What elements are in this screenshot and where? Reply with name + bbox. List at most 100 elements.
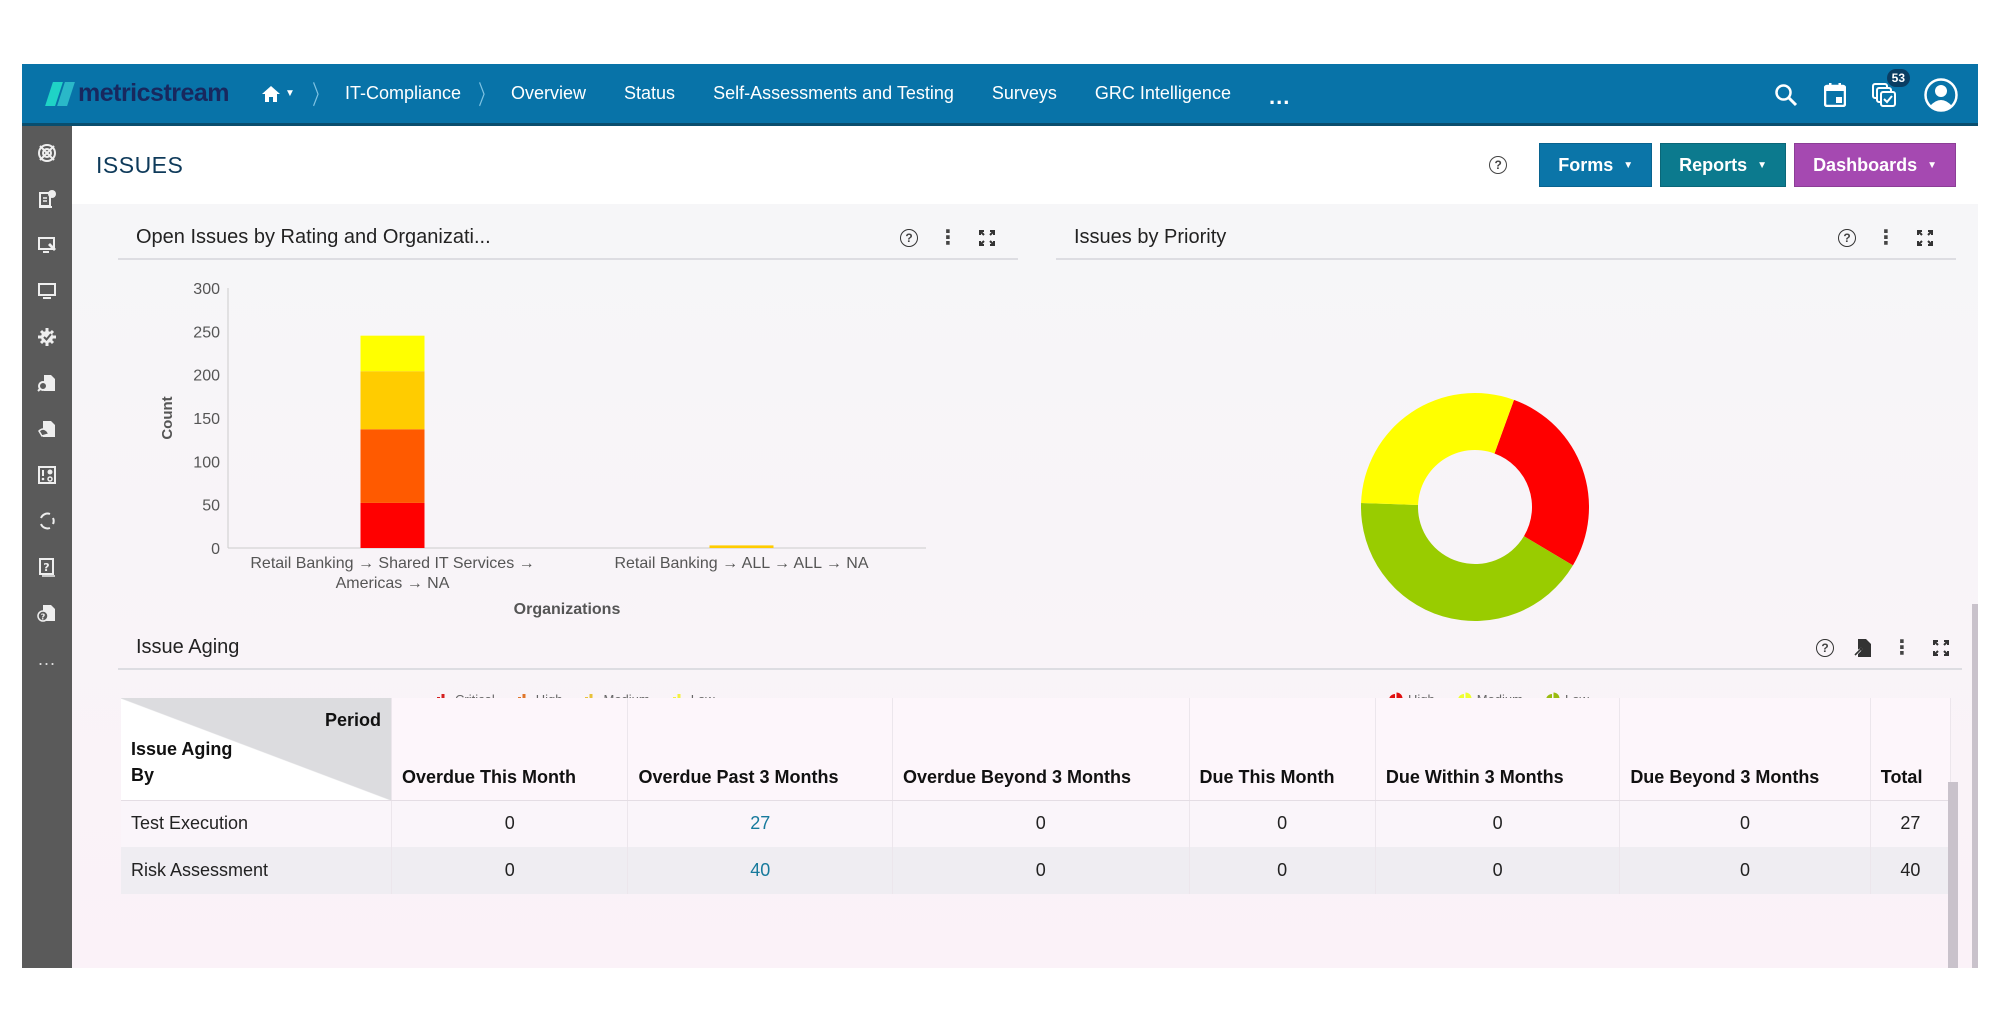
column-header[interactable]: Overdue This Month <box>391 698 629 801</box>
chevron-down-icon: ▼ <box>285 88 295 99</box>
column-header[interactable]: Overdue Beyond 3 Months <box>892 698 1190 801</box>
sidebar-item-document-hand[interactable] <box>22 406 72 452</box>
rating-org-bar-chart: 0 50 100 150 200 250 300 Count Retail Banking → … <box>159 281 926 618</box>
top-navigation-bar: metricstream ▼ 〉 IT-Compliance 〉 Overvie… <box>22 64 1978 126</box>
expand-icon[interactable] <box>1916 229 1934 247</box>
issue-aging-table-container: Period Issue Aging By Overdue This Month… <box>121 698 1955 898</box>
table-cell: 0 <box>1619 847 1871 894</box>
table-corner-header: Period Issue Aging By <box>121 698 393 801</box>
page-scrollbar[interactable] <box>1972 604 1978 968</box>
table-cell-total: 27 <box>1870 800 1952 847</box>
user-avatar-icon[interactable] <box>1924 78 1958 112</box>
corner-period-label: Period <box>325 710 382 730</box>
gear-check-icon <box>38 328 56 346</box>
y-tick-label: 100 <box>193 454 220 471</box>
nav-self-assessments[interactable]: Self-Assessments and Testing <box>713 83 954 104</box>
priority-donut-chart <box>1361 393 1589 621</box>
reports-button[interactable]: Reports ▼ <box>1660 143 1787 187</box>
help-icon[interactable]: ? <box>1489 156 1508 174</box>
page-header: ISSUES ? Forms ▼ Reports ▼ Dashboards ▼ <box>72 126 1978 204</box>
donut-slice-high[interactable] <box>1494 399 1589 566</box>
alert-settings-icon <box>38 466 56 484</box>
y-tick-label: 0 <box>211 541 220 558</box>
aging-panel-header: Issue Aging ? ⋮ <box>118 626 1962 670</box>
table-scrollbar[interactable] <box>1948 782 1958 968</box>
table-cell: 0 <box>1189 800 1376 847</box>
sidebar-item-alert-settings[interactable] <box>22 452 72 498</box>
bar-segment-critical <box>360 502 425 548</box>
table-cell: 0 <box>391 847 629 894</box>
logo-mark-icon <box>45 81 75 106</box>
home-icon <box>262 85 281 102</box>
breadcrumb-separator: 〉 <box>312 80 328 110</box>
sidebar-item-gear-check[interactable] <box>22 314 72 360</box>
brand-logo[interactable]: metricstream <box>45 79 230 108</box>
more-options-icon[interactable]: ⋮ <box>1892 638 1912 658</box>
table-cell: 0 <box>1375 800 1621 847</box>
export-document-icon[interactable] <box>1854 638 1872 658</box>
y-tick-label: 50 <box>202 498 220 515</box>
y-tick-label: 200 <box>193 368 220 385</box>
expand-icon[interactable] <box>1932 639 1950 657</box>
table-cell: 0 <box>1189 847 1376 894</box>
monitor-icon <box>38 283 56 299</box>
chevron-down-icon: ▼ <box>1757 159 1768 171</box>
sidebar-item-document-question[interactable]: ? <box>22 590 72 636</box>
column-header[interactable]: Total <box>1870 698 1952 801</box>
nav-status[interactable]: Status <box>624 83 675 104</box>
table-row: Test Execution 0 27 0 0 0 0 27 <box>121 800 1952 847</box>
calendar-icon[interactable] <box>1824 83 1846 107</box>
help-icon[interactable]: ? <box>900 229 918 247</box>
help-icon[interactable]: ? <box>1838 229 1856 247</box>
home-menu[interactable]: ▼ <box>261 85 295 103</box>
question-document-icon: ? <box>39 558 55 577</box>
notification-badge: 53 <box>1886 69 1910 87</box>
svg-text:?: ? <box>43 561 49 574</box>
column-header[interactable]: Due Beyond 3 Months <box>1619 698 1871 801</box>
svg-text:?: ? <box>41 613 46 622</box>
x-tick-label: Retail Banking → ALL → ALL → NA <box>614 555 868 572</box>
y-tick-label: 250 <box>193 324 220 341</box>
more-options-icon[interactable]: ⋮ <box>1876 228 1896 248</box>
nav-grc-intelligence[interactable]: GRC Intelligence <box>1095 83 1231 104</box>
issue-aging-table: Period Issue Aging By Overdue This Month… <box>121 698 1952 894</box>
donut-slice-medium[interactable] <box>1361 393 1514 506</box>
dashboards-button[interactable]: Dashboards ▼ <box>1794 143 1956 187</box>
table-cell: 0 <box>1619 800 1871 847</box>
table-cell-link[interactable]: 27 <box>627 800 893 847</box>
expand-icon[interactable] <box>978 229 996 247</box>
breadcrumb-separator: 〉 <box>478 80 494 110</box>
table-cell-link[interactable]: 40 <box>627 847 893 894</box>
nav-surveys[interactable]: Surveys <box>992 83 1057 104</box>
column-header[interactable]: Due This Month <box>1189 698 1376 801</box>
sidebar-item-cycle[interactable] <box>22 498 72 544</box>
nav-more-button[interactable]: ... <box>1269 84 1290 110</box>
sidebar-item-question-document[interactable]: ? <box>22 544 72 590</box>
sidebar-more-button[interactable]: ... <box>22 636 72 682</box>
search-icon[interactable] <box>1774 83 1798 107</box>
monitor-tag-icon <box>38 237 56 253</box>
sidebar-item-monitor-tag[interactable] <box>22 222 72 268</box>
column-header[interactable]: Overdue Past 3 Months <box>627 698 893 801</box>
x-tick-label: Americas → NA <box>336 575 450 592</box>
breadcrumb-it-compliance[interactable]: IT-Compliance <box>345 83 461 104</box>
sidebar-item-monitor[interactable] <box>22 268 72 314</box>
chevron-down-icon: ▼ <box>1623 159 1634 171</box>
priority-panel-header: Issues by Priority ? ⋮ <box>1056 216 1956 260</box>
column-header[interactable]: Due Within 3 Months <box>1375 698 1621 801</box>
sidebar-item-document-check[interactable] <box>22 176 72 222</box>
table-cell-total: 40 <box>1870 847 1952 894</box>
forms-button[interactable]: Forms ▼ <box>1539 143 1653 187</box>
tasks-button[interactable]: 53 <box>1872 69 1910 107</box>
help-icon[interactable]: ? <box>1816 639 1834 657</box>
nav-overview[interactable]: Overview <box>511 83 586 104</box>
sidebar-item-target[interactable] <box>22 130 72 176</box>
left-sidebar: ? ? ... <box>22 126 72 968</box>
more-options-icon[interactable]: ⋮ <box>938 228 958 248</box>
x-axis-label: Organizations <box>514 601 621 618</box>
row-label: Test Execution <box>121 800 393 847</box>
bar-segment-medium <box>360 371 425 430</box>
cycle-icon <box>40 512 55 530</box>
sidebar-item-document-search[interactable] <box>22 360 72 406</box>
reports-button-label: Reports <box>1679 154 1748 175</box>
